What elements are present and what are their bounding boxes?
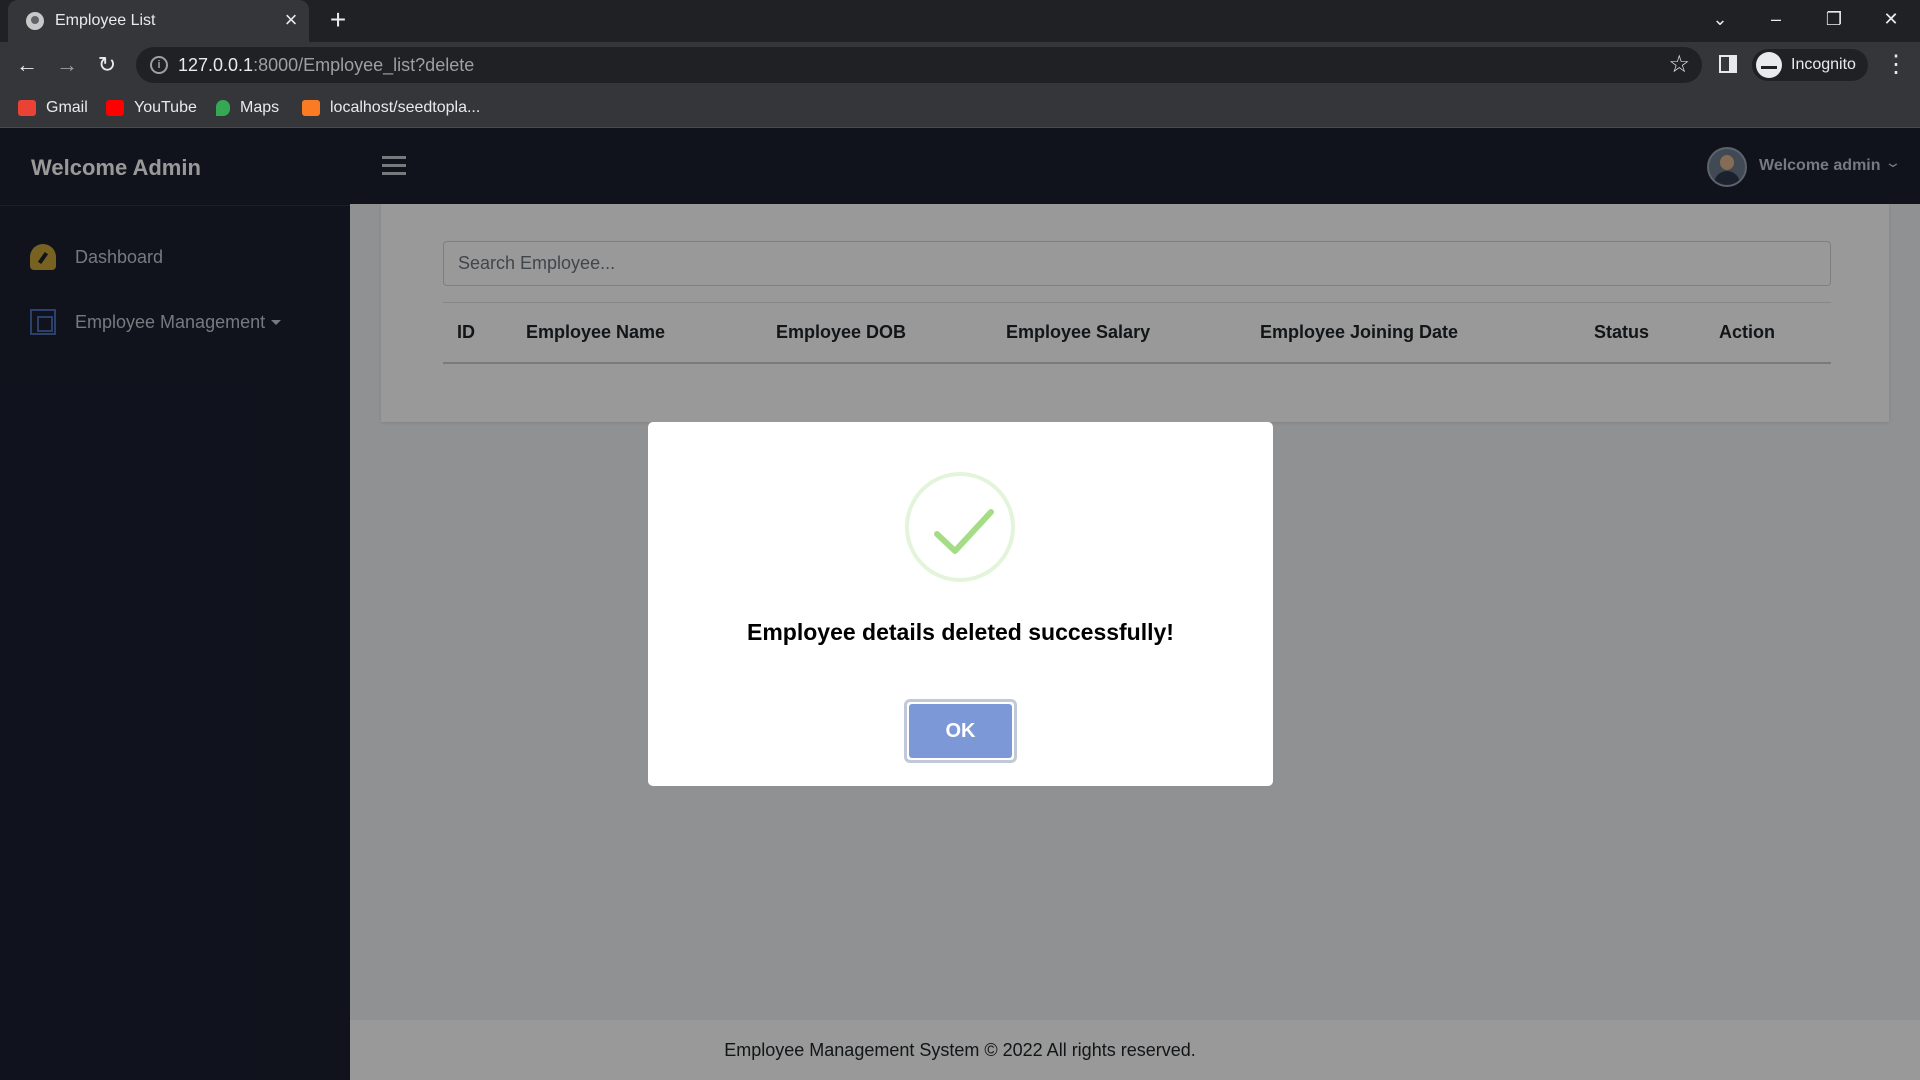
incognito-badge[interactable]: Incognito	[1752, 49, 1868, 81]
restore-icon[interactable]: ❐	[1816, 4, 1852, 34]
bookmark-label: Maps	[240, 99, 280, 116]
success-check-icon	[905, 472, 1015, 582]
youtube-icon	[106, 100, 124, 116]
reload-icon[interactable]: ↻	[93, 51, 121, 79]
forward-arrow-icon[interactable]: →	[53, 51, 81, 79]
minimize-icon[interactable]: –	[1758, 4, 1794, 34]
incognito-icon	[1756, 52, 1782, 78]
browser-tabstrip: Employee List × + ⌄ – ❐ ✕	[0, 0, 1920, 42]
bookmark-label: YouTube	[134, 99, 197, 116]
bookmark-label: Gmail	[46, 99, 88, 116]
success-dialog: Employee details deleted successfully! O…	[648, 422, 1273, 786]
site-info-icon[interactable]: i	[150, 56, 168, 74]
gmail-icon	[18, 100, 36, 116]
incognito-label: Incognito	[1791, 56, 1856, 73]
bookmark-maps[interactable]: Maps	[216, 96, 279, 120]
xampp-icon	[302, 100, 320, 116]
url-text: 127.0.0.1:8000/Employee_list?delete	[178, 55, 474, 76]
ok-button-label: OK	[909, 704, 1012, 758]
browser-menu-icon[interactable]: ⋮	[1884, 50, 1908, 80]
browser-tab[interactable]: Employee List ×	[8, 0, 309, 42]
close-window-icon[interactable]: ✕	[1873, 4, 1909, 34]
side-panel-icon[interactable]	[1719, 55, 1737, 73]
tab-title: Employee List	[55, 12, 156, 29]
tab-close-icon[interactable]: ×	[279, 8, 303, 32]
bookmarks-bar: Gmail YouTube Maps localhost/seedtopla..…	[0, 88, 1920, 128]
address-bar[interactable]: i 127.0.0.1:8000/Employee_list?delete ☆	[136, 47, 1702, 83]
bookmark-label: localhost/seedtopla...	[330, 99, 481, 116]
tab-search-chevron-icon[interactable]: ⌄	[1702, 4, 1738, 34]
dialog-title: Employee details deleted successfully!	[747, 619, 1174, 645]
browser-toolbar: ← → ↻ i 127.0.0.1:8000/Employee_list?del…	[0, 42, 1920, 88]
ok-button[interactable]: OK	[904, 699, 1017, 763]
new-tab-icon[interactable]: +	[324, 6, 352, 34]
bookmark-gmail[interactable]: Gmail	[18, 96, 88, 120]
bookmark-localhost[interactable]: localhost/seedtopla...	[302, 96, 480, 120]
back-arrow-icon[interactable]: ←	[13, 51, 41, 79]
checkmark-icon	[934, 509, 994, 554]
url-host: 127.0.0.1	[178, 55, 254, 75]
bookmark-star-icon[interactable]: ☆	[1668, 51, 1690, 79]
maps-icon	[216, 100, 230, 116]
tab-favicon-icon	[26, 12, 44, 30]
bookmark-youtube[interactable]: YouTube	[106, 96, 197, 120]
url-path: :8000/Employee_list?delete	[253, 55, 475, 75]
